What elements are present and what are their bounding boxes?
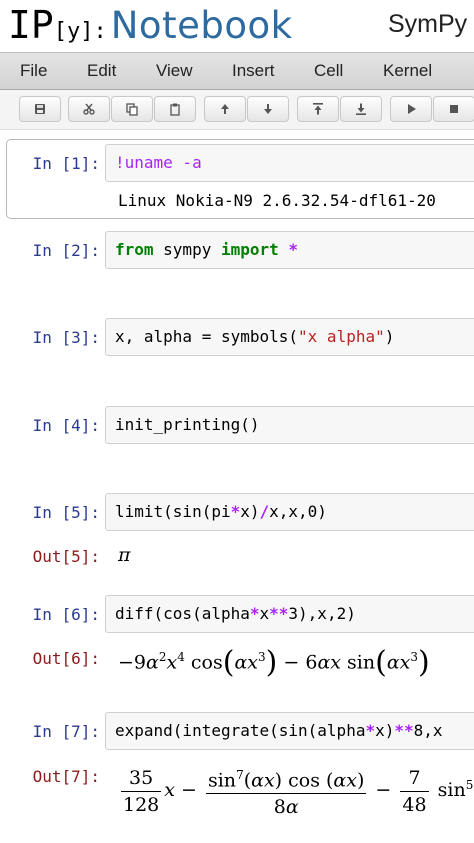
logo-ip-text: IP — [8, 3, 54, 47]
notebook-header: IP [y]: Notebook SymPy — [0, 0, 474, 52]
menu-edit[interactable]: Edit — [87, 61, 116, 81]
code-text: limit(sin(pi*x)/x,x,0) — [115, 502, 327, 521]
code-input[interactable]: diff(cos(alpha*x**3),x,2) — [105, 595, 474, 633]
menu-cell[interactable]: Cell — [314, 61, 343, 81]
menu-insert[interactable]: Insert — [232, 61, 275, 81]
run-cell-button[interactable] — [390, 96, 432, 122]
save-icon — [35, 104, 45, 114]
menu-kernel[interactable]: Kernel — [383, 61, 432, 81]
insert-below-button[interactable] — [340, 96, 382, 122]
cell-output-text: Linux Nokia-N9 2.6.32.54-dfl61-20 — [118, 191, 436, 210]
code-text: !uname -a — [115, 153, 202, 172]
toolbar — [0, 90, 474, 130]
in-prompt: In [1]: — [32, 154, 100, 173]
code-text: expand(integrate(sin(alpha*x)**8,x — [115, 721, 443, 740]
run-icon — [408, 104, 416, 114]
paste-button[interactable] — [154, 96, 196, 122]
in-prompt: In [6]: — [32, 605, 100, 624]
in-prompt: In [7]: — [32, 722, 100, 741]
in-prompt: In [5]: — [32, 503, 100, 522]
code-input[interactable]: init_printing() — [105, 406, 474, 444]
math-output: −9α2x4 cos(αx3) − 6αx sin(αx3) — [118, 645, 430, 680]
code-input[interactable]: !uname -a — [105, 144, 474, 182]
code-input[interactable]: expand(integrate(sin(alpha*x)**8,x — [105, 712, 474, 750]
menu-view[interactable]: View — [156, 61, 193, 81]
stop-icon — [450, 105, 458, 113]
notebook-name[interactable]: SymPy — [388, 10, 467, 39]
code-input[interactable]: limit(sin(pi*x)/x,x,0) — [105, 493, 474, 531]
code-input[interactable]: x, alpha = symbols("x alpha") — [105, 318, 474, 356]
insert-above-icon — [313, 103, 323, 115]
copy-button[interactable] — [111, 96, 153, 122]
move-up-button[interactable] — [204, 96, 246, 122]
menu-file[interactable]: File — [20, 61, 47, 81]
code-text: x, alpha = symbols("x alpha") — [115, 327, 395, 346]
in-prompt: In [2]: — [32, 241, 100, 260]
ipython-logo[interactable]: IP [y]: Notebook — [8, 2, 293, 48]
out-prompt: Out[5]: — [32, 547, 100, 566]
logo-notebook-text: Notebook — [110, 4, 293, 47]
insert-below-icon — [356, 103, 366, 115]
copy-icon — [126, 103, 138, 116]
code-text: init_printing() — [115, 415, 260, 434]
code-text: diff(cos(alpha*x**3),x,2) — [115, 604, 356, 623]
in-prompt: In [4]: — [32, 416, 100, 435]
cut-icon — [83, 103, 95, 115]
paste-icon — [170, 103, 180, 116]
math-output: 35128x − sin7(αx) cos (αx)8α − 748 sin5(… — [118, 762, 474, 820]
move-down-icon — [264, 104, 272, 114]
move-down-button[interactable] — [247, 96, 289, 122]
math-output: π — [118, 544, 131, 566]
interrupt-button[interactable] — [433, 96, 474, 122]
menubar: File Edit View Insert Cell Kernel — [0, 52, 474, 90]
out-prompt: Out[6]: — [32, 649, 100, 668]
move-up-icon — [221, 104, 229, 114]
logo-y-text: [y]: — [53, 19, 107, 44]
code-input[interactable]: from sympy import * — [105, 231, 474, 269]
out-prompt: Out[7]: — [32, 767, 100, 786]
in-prompt: In [3]: — [32, 328, 100, 347]
insert-above-button[interactable] — [297, 96, 339, 122]
notebook-area: In [1]: !uname -a Linux Nokia-N9 2.6.32.… — [0, 130, 474, 843]
code-text: from sympy import * — [115, 240, 299, 259]
cut-button[interactable] — [68, 96, 110, 122]
save-button[interactable] — [19, 96, 61, 122]
